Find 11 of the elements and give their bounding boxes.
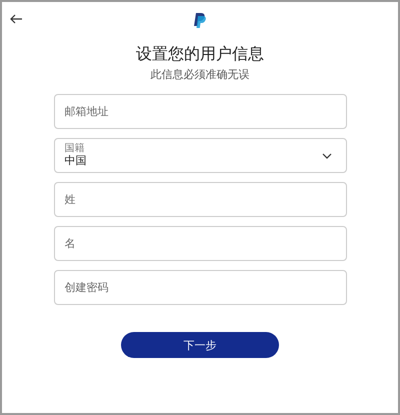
chevron-down-icon [322, 152, 332, 158]
subtitle: 此信息必须准确无误 [150, 68, 250, 82]
next-button[interactable]: 下一步 [121, 332, 279, 358]
input-field[interactable]: 姓 [54, 182, 346, 217]
back-arrow-icon[interactable] [10, 14, 22, 24]
input-field[interactable]: 名 [54, 226, 346, 261]
input-field[interactable]: 邮箱地址 [54, 94, 346, 129]
page-title: 设置您的用户信息 [136, 44, 264, 64]
input-field[interactable]: 创建密码 [54, 270, 346, 305]
logo-icon [194, 13, 206, 28]
select-field[interactable]: 国籍 中国 [54, 138, 346, 173]
